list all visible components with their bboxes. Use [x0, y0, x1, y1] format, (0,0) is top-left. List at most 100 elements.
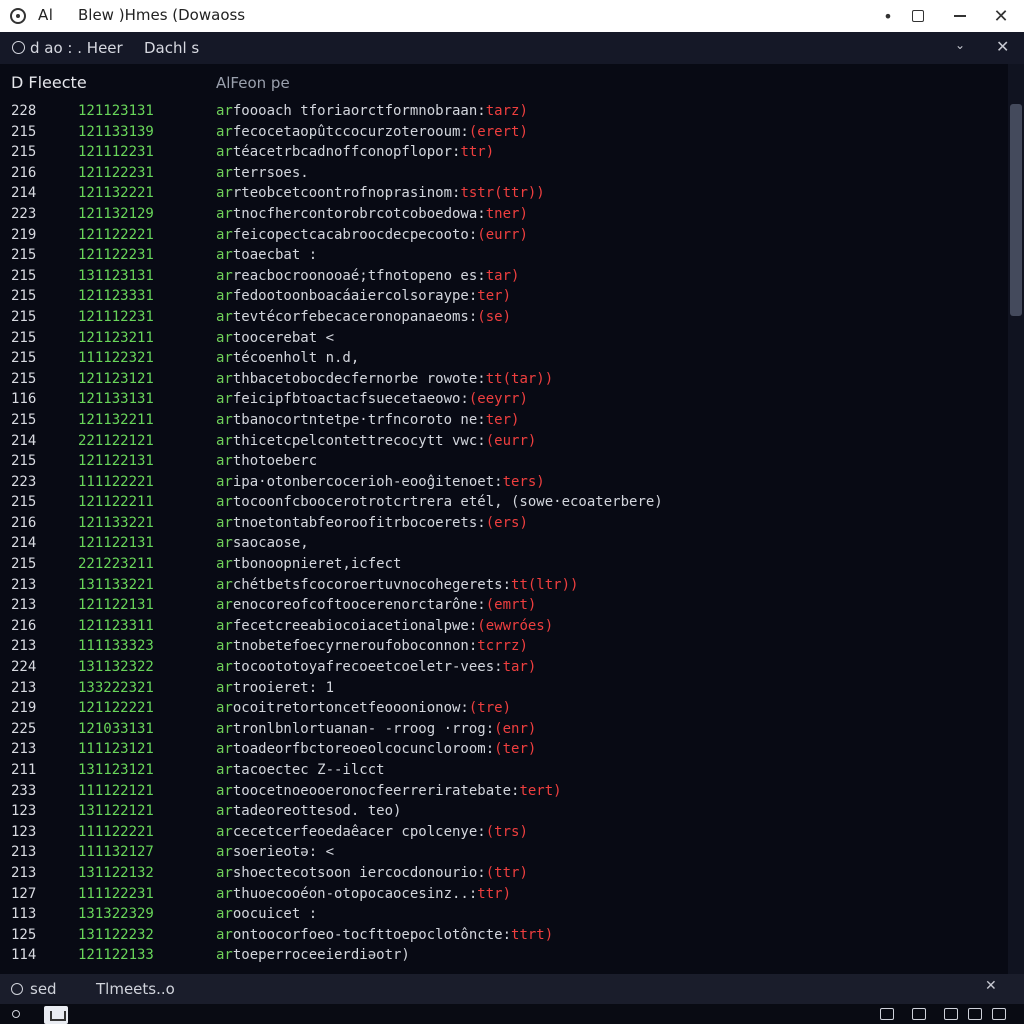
panel-header: D Fleecte AlFeon pe — [0, 64, 1008, 100]
tray-icon[interactable] — [992, 1008, 1006, 1020]
message-body: toeperroceeierdiəotr) — [232, 947, 410, 964]
message-marker: ar — [216, 700, 233, 717]
commit-hash: 121133221 — [78, 514, 154, 531]
log-row: 224 131132322 artocoototoyafrecoeetcoeletr… — [0, 657, 1008, 678]
message-tag: (enr) — [494, 720, 537, 737]
scrollbar-thumb[interactable] — [1010, 104, 1022, 316]
log-row: 213 111123121 artoadeorfbctoreoeolcocunclo… — [0, 739, 1008, 760]
commit-hash: 121122131 — [78, 535, 154, 552]
tray-icon[interactable] — [912, 1008, 926, 1020]
log-row: 215 221223211 artbonoopnieret,icfect — [0, 554, 1008, 575]
log-row: 214 121122131 arsaocaose, — [0, 533, 1008, 554]
line-number: 233 — [11, 782, 37, 799]
message-body: soerieotə: < — [232, 844, 335, 861]
line-number: 215 — [11, 144, 37, 161]
message-body: fedootoonboacáaiercolsoraype: — [232, 288, 478, 305]
title-bar: Al Blew )Hmes (Dowaoss • ✕ — [0, 0, 1024, 32]
log-message: artoadeorfbctoreoeolcocuncloroom:(ter) — [216, 739, 536, 760]
line-number: 225 — [11, 720, 37, 737]
line-number: 211 — [11, 762, 37, 778]
message-body: oocuicet : — [232, 906, 318, 923]
log-message: arenocoreofcoftoocerenorctarône:(emrt) — [216, 595, 536, 616]
commit-hash: 121122221 — [78, 226, 154, 243]
log-message: arontoocorfoeo-tocfttoepoclotôncte:ttrt) — [216, 925, 553, 946]
line-number: 214 — [11, 432, 37, 449]
message-tag: (ers) — [485, 514, 528, 531]
line-number: 215 — [11, 453, 37, 470]
start-icon[interactable] — [12, 1010, 20, 1018]
commit-hash: 121123311 — [78, 617, 154, 634]
log-row: 215 121112231 artéacetrbcadnoffconopflopor… — [0, 142, 1008, 163]
chevron-down-icon[interactable]: ⌄ — [955, 38, 965, 52]
line-number: 215 — [11, 411, 37, 428]
message-marker: ar — [216, 185, 233, 202]
message-marker: ar — [216, 803, 233, 820]
minimize-button[interactable] — [946, 4, 974, 28]
tray-icon[interactable] — [944, 1008, 958, 1020]
close-tab-icon[interactable]: ✕ — [996, 37, 1009, 56]
message-tag: ter) — [485, 411, 520, 428]
message-marker: ar — [216, 144, 233, 161]
circle-icon[interactable] — [12, 41, 25, 54]
log-message: arocoitretortoncetfeooonionow:(tre) — [216, 698, 511, 719]
line-number: 213 — [11, 597, 37, 614]
log-row: 216 121133221 artnoetontabfeoroofitrbocoer… — [0, 513, 1008, 534]
toolbar-text: d ao : . Heer — [30, 39, 123, 57]
line-number: 223 — [11, 473, 37, 490]
line-number: 215 — [11, 350, 37, 367]
message-tag: (se) — [477, 308, 512, 325]
tab-active[interactable]: Dachl s — [144, 39, 199, 57]
log-row: 125 131122232 arontoocorfoeo-tocfttoepoclo… — [0, 925, 1008, 946]
commit-hash: 221223211 — [78, 556, 154, 573]
commit-hash: 121132221 — [78, 185, 154, 202]
line-number: 216 — [11, 617, 37, 634]
log-message: artoaecbat : — [216, 245, 317, 266]
log-row: 213 111132127 arsoerieotə: < — [0, 842, 1008, 863]
commit-hash: 121132211 — [78, 411, 154, 428]
log-message: arterrsoes. — [216, 163, 309, 184]
vertical-scrollbar[interactable] — [1008, 64, 1024, 974]
tray-icon[interactable] — [880, 1008, 894, 1020]
log-row: 223 111122221 aripa·otonbercocerioh-eooĝit… — [0, 472, 1008, 493]
log-row: 213 121122131 arenocoreofcoftoocerenorctar… — [0, 595, 1008, 616]
line-number: 215 — [11, 556, 37, 573]
message-tag: ttr) — [460, 144, 495, 161]
message-body: fecocetaopûtccocurzoterooum: — [232, 123, 469, 140]
message-tag: (eurr) — [485, 432, 537, 449]
status-close-icon[interactable]: ✕ — [985, 978, 997, 994]
close-button[interactable]: ✕ — [987, 4, 1015, 28]
message-marker: ar — [216, 494, 233, 511]
message-marker: ar — [216, 762, 233, 778]
line-number: 113 — [11, 906, 37, 923]
message-marker: ar — [216, 679, 233, 696]
message-body: tnobetefoecyrneroufoboconnon: — [232, 638, 478, 655]
log-message: artrooieret: 1 — [216, 678, 334, 699]
commit-hash: 121123121 — [78, 370, 154, 387]
taskbar-app-icon[interactable] — [44, 1006, 68, 1024]
message-body: ontoocorfoeo-tocfttoepoclotôncte: — [232, 926, 512, 943]
menu-dot-icon[interactable]: • — [874, 4, 902, 28]
commit-hash: 121122131 — [78, 453, 154, 470]
log-message: artronlbnlortuanan- -rroog ·rrog:(enr) — [216, 719, 536, 740]
message-marker: ar — [216, 267, 233, 284]
line-number: 213 — [11, 844, 37, 861]
message-marker: ar — [216, 453, 233, 470]
message-body: ipa·otonbercocerioh-eooĝitenoet: — [232, 473, 503, 490]
message-body: thuoecooéon-otopocaocesinz..: — [232, 885, 478, 902]
log-row: 215 121122211 artocoonfcboocerotrotcrtrera… — [0, 492, 1008, 513]
commit-hash: 121123131 — [78, 103, 154, 119]
log-message: aroocuicet : — [216, 904, 317, 925]
tray-icon[interactable] — [968, 1008, 982, 1020]
log-message: artocoototoyafrecoeetcoeletr-vees:tar) — [216, 657, 536, 678]
message-marker: ar — [216, 205, 233, 222]
message-marker: ar — [216, 556, 233, 573]
log-row: 215 121123121 arthbacetobocdecfernorbe row… — [0, 369, 1008, 390]
line-number: 127 — [11, 885, 37, 902]
status-circle-icon — [11, 983, 23, 995]
line-number: 114 — [11, 947, 37, 964]
line-number: 216 — [11, 164, 37, 181]
maximize-button[interactable] — [904, 4, 932, 28]
log-message: artécoenholt n.d, — [216, 348, 359, 369]
log-message: arfeicipfbtoactacfsuecetaeowo:(eeyrr) — [216, 389, 528, 410]
log-row: 215 131123131 arreacbocroonooaé;tfnotopeno… — [0, 266, 1008, 287]
